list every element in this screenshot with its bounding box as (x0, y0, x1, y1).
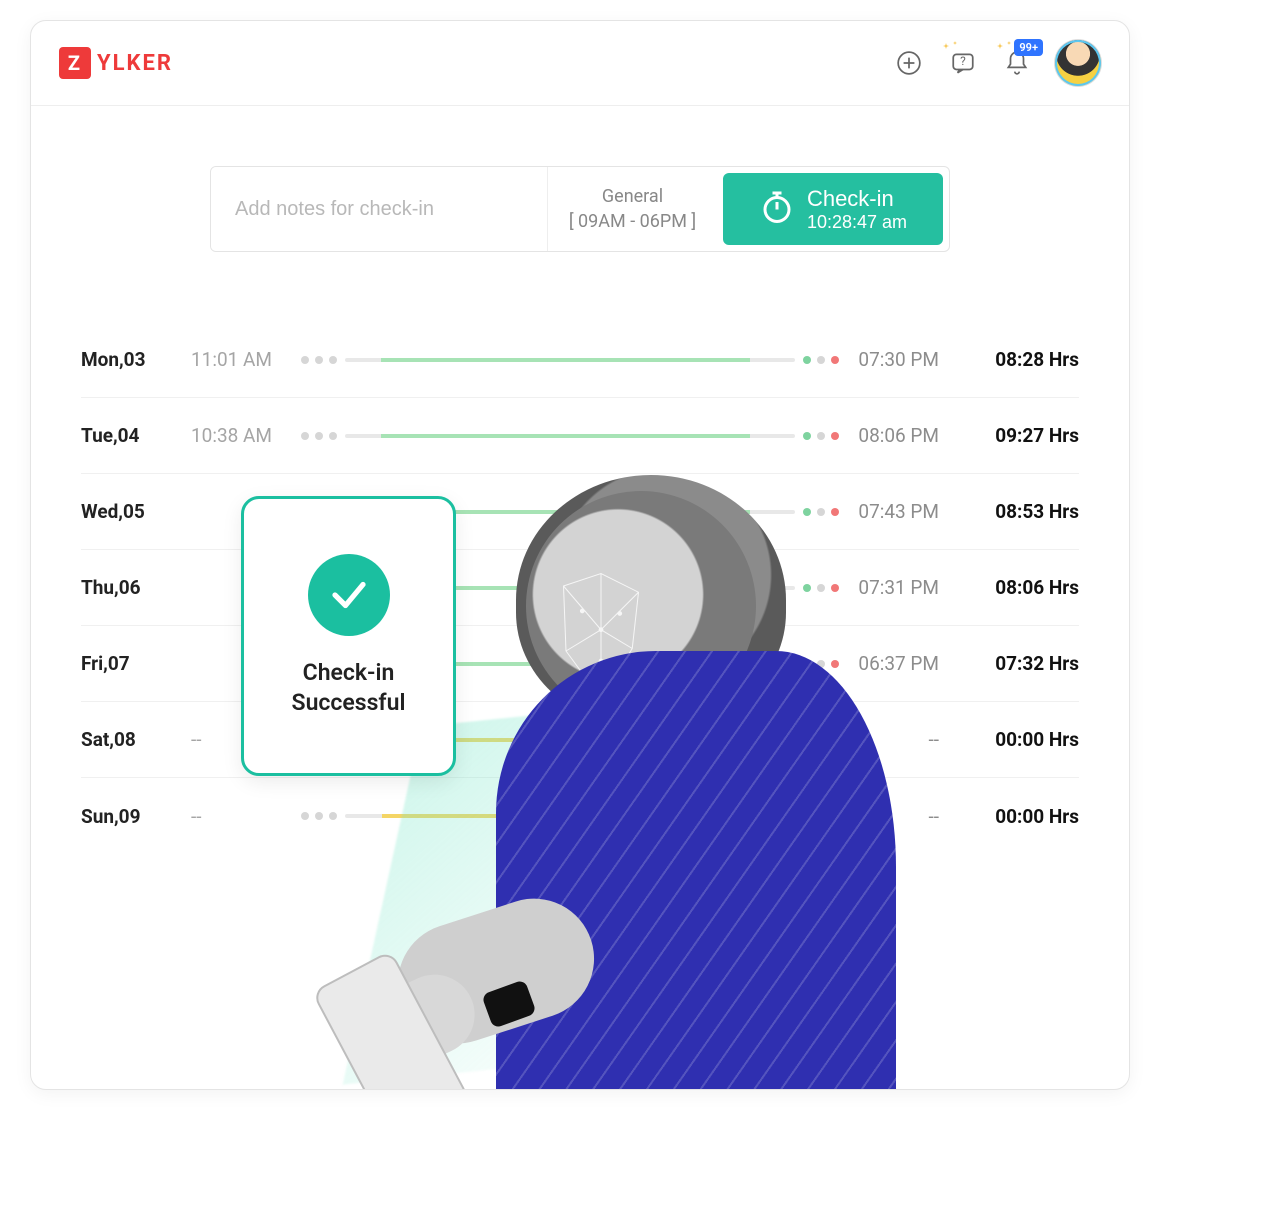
day-label: Sun,09 (81, 805, 191, 828)
avatar[interactable] (1055, 40, 1101, 86)
attendance-row[interactable]: Tue,0410:38 AM 08:06 PM09:27 Hrs (81, 398, 1079, 474)
day-label: Sat,08 (81, 728, 191, 751)
checkin-bar: General [ 09AM - 06PM ] Check-in 10:28:4… (210, 166, 950, 252)
notifications-icon[interactable]: 99+ (1001, 47, 1033, 79)
total-hours: 08:53 Hrs (949, 500, 1079, 523)
total-hours: 09:27 Hrs (949, 424, 1079, 447)
check-out-time: 06:37 PM (839, 652, 949, 675)
weekend-badge: Weekend (537, 804, 616, 828)
timeline: Weekend (301, 798, 839, 834)
attendance-row[interactable]: Fri,07 06:37 PM07:32 Hrs (81, 626, 1079, 702)
attendance-row[interactable]: Wed,05 07:43 PM08:53 Hrs (81, 474, 1079, 550)
checkin-success-popup: Check-in Successful (241, 496, 456, 776)
checkin-button-time: 10:28:47 am (807, 212, 907, 233)
stopwatch-icon (759, 190, 795, 229)
total-hours: 00:00 Hrs (949, 805, 1079, 828)
total-hours: 08:06 Hrs (949, 576, 1079, 599)
attendance-row[interactable]: Thu,06 07:31 PM08:06 Hrs (81, 550, 1079, 626)
day-label: Thu,06 (81, 576, 191, 599)
day-label: Wed,05 (81, 500, 191, 523)
schedule-hours: [ 09AM - 06PM ] (569, 211, 696, 232)
check-out-time: -- (839, 728, 949, 751)
weekend-badge: Weekend (537, 728, 616, 752)
day-label: Fri,07 (81, 652, 191, 675)
check-out-time: 07:31 PM (839, 576, 949, 599)
brand-logo: Z YLKER (59, 47, 173, 79)
day-label: Mon,03 (81, 348, 191, 371)
check-in-time: 10:38 AM (191, 424, 301, 447)
schedule-display: General [ 09AM - 06PM ] (547, 167, 717, 251)
check-out-time: 08:06 PM (839, 424, 949, 447)
check-out-time: -- (839, 805, 949, 828)
check-in-time: 11:01 AM (191, 348, 301, 371)
brand-name: YLKER (97, 51, 173, 76)
attendance-row[interactable]: Sun,09--Weekend--00:00 Hrs (81, 778, 1079, 854)
add-icon[interactable] (893, 47, 925, 79)
check-out-time: 07:43 PM (839, 500, 949, 523)
help-icon[interactable]: ? (947, 47, 979, 79)
checkin-button[interactable]: Check-in 10:28:47 am (723, 173, 943, 245)
notification-count-badge: 99+ (1014, 39, 1043, 56)
checkin-notes-input[interactable] (211, 167, 547, 251)
topbar-actions: ? 99+ (893, 40, 1101, 86)
attendance-row[interactable]: Mon,0311:01 AM 07:30 PM08:28 Hrs (81, 322, 1079, 398)
brand-badge: Z (59, 47, 91, 79)
svg-text:?: ? (960, 54, 966, 68)
attendance-row[interactable]: Sat,08--Weekend--00:00 Hrs (81, 702, 1079, 778)
topbar: Z YLKER ? 99+ (31, 21, 1129, 106)
attendance-list: Mon,0311:01 AM 07:30 PM08:28 Hrs Tue,0410:… (81, 322, 1079, 854)
schedule-name: General (602, 186, 663, 207)
timeline (301, 342, 839, 378)
success-message: Check-in Successful (292, 658, 406, 718)
total-hours: 00:00 Hrs (949, 728, 1079, 751)
check-in-time: -- (191, 805, 301, 828)
app-window: Z YLKER ? 99+ General [ 09AM - 06PM ] (30, 20, 1130, 1090)
success-line1: Check-in (292, 658, 406, 688)
total-hours: 07:32 Hrs (949, 652, 1079, 675)
check-circle-icon (308, 554, 390, 636)
check-out-time: 07:30 PM (839, 348, 949, 371)
timeline (301, 418, 839, 454)
day-label: Tue,04 (81, 424, 191, 447)
success-line2: Successful (292, 688, 406, 718)
total-hours: 08:28 Hrs (949, 348, 1079, 371)
checkin-button-label: Check-in (807, 186, 907, 212)
content-area: General [ 09AM - 06PM ] Check-in 10:28:4… (31, 106, 1129, 854)
